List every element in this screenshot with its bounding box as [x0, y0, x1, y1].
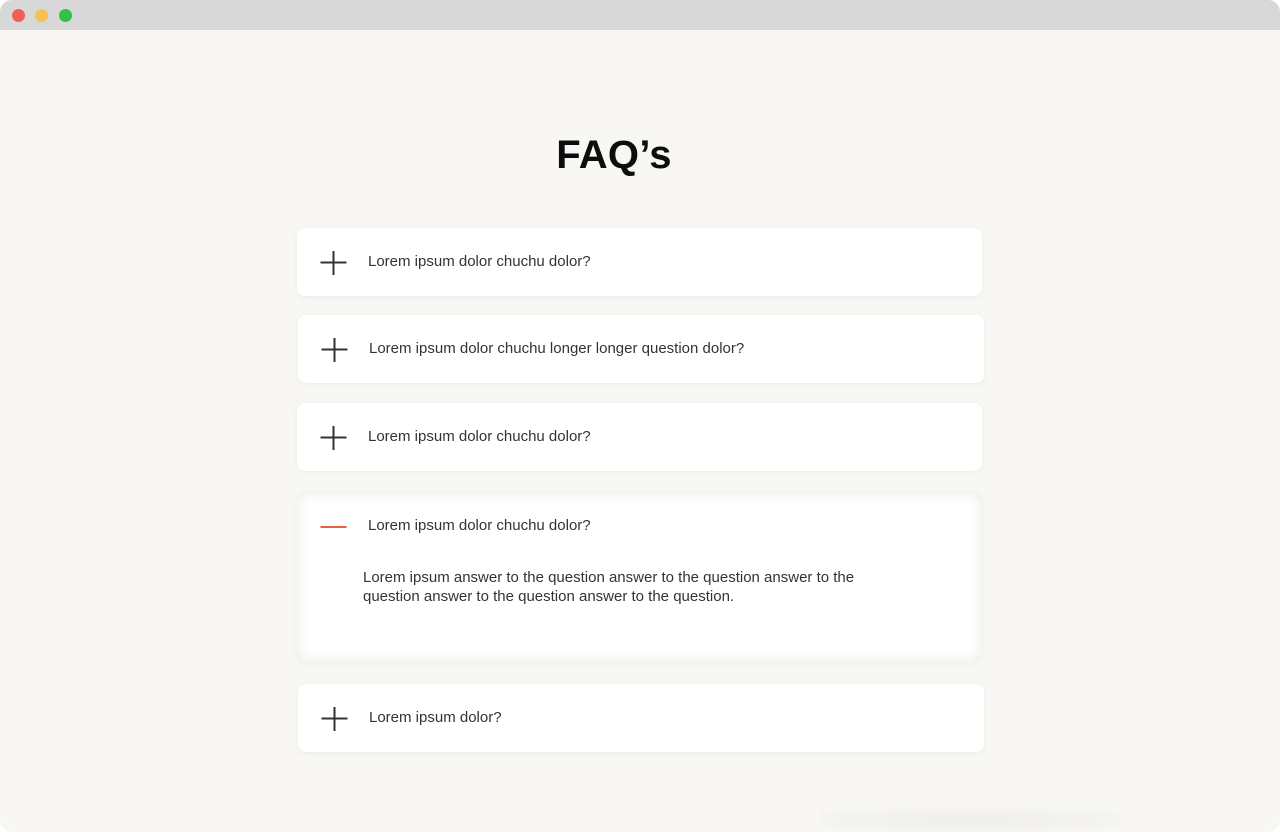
maximize-window-button[interactable]	[59, 9, 72, 22]
decorative-shadow	[820, 808, 1120, 832]
faq-question: Lorem ipsum dolor chuchu dolor?	[368, 517, 591, 534]
window-titlebar	[0, 0, 1280, 30]
faq-question: Lorem ipsum dolor chuchu dolor?	[368, 428, 591, 445]
plus-icon	[320, 251, 347, 275]
browser-window: FAQ’s Lorem ipsum dolor chuchu dolor? Lo…	[0, 0, 1280, 832]
close-window-button[interactable]	[12, 9, 25, 22]
plus-icon	[321, 707, 348, 731]
plus-icon	[321, 338, 348, 362]
minus-icon	[320, 526, 347, 528]
page-title: FAQ’s	[556, 133, 672, 177]
faq-item-1[interactable]: Lorem ipsum dolor chuchu dolor?	[297, 228, 982, 296]
plus-icon	[320, 426, 347, 450]
faq-question: Lorem ipsum dolor chuchu dolor?	[368, 253, 591, 270]
faq-item-5[interactable]: Lorem ipsum dolor?	[298, 684, 984, 752]
faq-item-2[interactable]: Lorem ipsum dolor chuchu longer longer q…	[298, 315, 984, 383]
faq-question: Lorem ipsum dolor?	[369, 709, 502, 726]
faq-answer: Lorem ipsum answer to the question answe…	[363, 569, 855, 605]
minimize-window-button[interactable]	[35, 9, 48, 22]
faq-question: Lorem ipsum dolor chuchu longer longer q…	[369, 340, 745, 357]
faq-item-3[interactable]: Lorem ipsum dolor chuchu dolor?	[297, 403, 982, 471]
faq-item-4-expanded[interactable]: Lorem ipsum dolor chuchu dolor? Lorem ip…	[297, 492, 982, 662]
